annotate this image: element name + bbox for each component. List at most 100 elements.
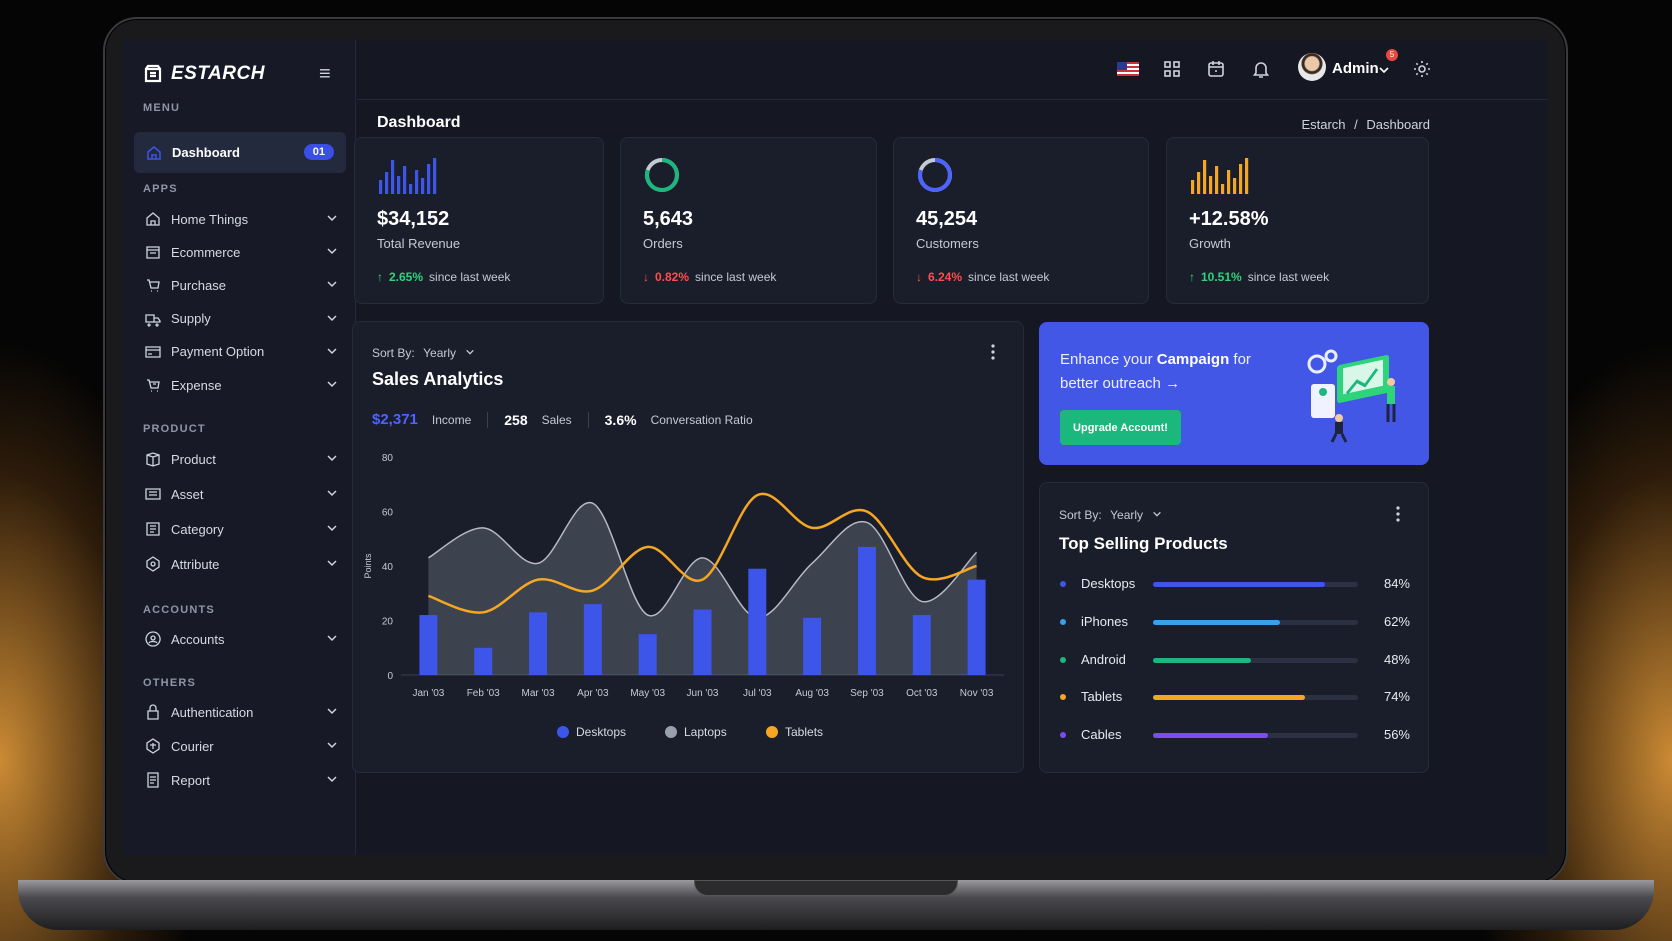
gear-icon[interactable]	[1411, 58, 1433, 80]
x-tick-label: Jul '03	[743, 688, 772, 699]
donut-icon	[917, 158, 952, 192]
sidebar-item-home-things[interactable]: Home Things	[145, 208, 341, 230]
legend-marker	[766, 726, 778, 738]
cart-icon	[147, 279, 160, 293]
sales-analytics-card: Sort By: Yearly Sales Analytics $2,371 I…	[352, 321, 1024, 773]
chevron-down-icon	[327, 776, 337, 783]
breadcrumb-root[interactable]: Estarch	[1301, 117, 1345, 132]
promo-text-pre: Enhance your	[1060, 351, 1157, 368]
product-percent: 56%	[1383, 727, 1410, 743]
bar-desktops	[583, 604, 602, 675]
x-tick-label: Aug '03	[795, 688, 829, 699]
chevron-down-icon	[327, 455, 337, 462]
legend-dot	[1060, 618, 1066, 625]
x-tick-label: Jun '03	[687, 688, 719, 699]
x-tick-label: Mar '03	[522, 688, 555, 699]
upgrade-account-button[interactable]: Upgrade Account!	[1060, 410, 1181, 445]
progress-track	[1153, 657, 1358, 663]
sidebar-item-product[interactable]: Product	[145, 448, 341, 470]
sidebar-item-category[interactable]: Category	[145, 518, 341, 540]
notification-badge: 5	[1386, 49, 1398, 61]
us-flag-icon[interactable]	[1117, 58, 1139, 80]
x-tick-label: Jan '03	[412, 688, 444, 699]
sidebar-item-supply[interactable]: Supply	[145, 308, 341, 330]
section-label-others: OTHERS	[143, 677, 197, 689]
calendar-icon[interactable]	[1205, 58, 1227, 80]
sidebar-item-label: Dashboard	[172, 145, 240, 160]
chevron-down-icon	[327, 490, 337, 497]
courier-icon	[146, 738, 160, 754]
stat-card[interactable]: 5,643 Orders ↓ 0.82% since last week	[620, 137, 877, 304]
sidebar: ESTARCH ≡ MENU Dashboard 01 APPS Home Th…	[123, 40, 356, 855]
legend-label: Desktops	[576, 725, 626, 739]
sidebar-item-purchase[interactable]: Purchase	[145, 274, 341, 296]
stat-card[interactable]: +12.58% Growth ↑ 10.51% since last week	[1166, 137, 1429, 304]
stat-change-suffix: since last week	[429, 270, 511, 284]
bell-icon[interactable]	[1250, 58, 1272, 80]
trend-down-icon: ↓	[643, 270, 649, 284]
section-label-apps: APPS	[143, 183, 178, 195]
avatar[interactable]	[1298, 53, 1326, 81]
expense-icon	[147, 379, 160, 392]
bar-desktops	[748, 568, 767, 675]
bar-desktops	[803, 617, 822, 675]
sidebar-item-accounts[interactable]: Accounts	[145, 628, 341, 650]
stat-change-suffix: since last week	[968, 270, 1050, 284]
sidebar-item-dashboard[interactable]: Dashboard 01	[134, 132, 346, 173]
sidebar-item-ecommerce[interactable]: Ecommerce	[145, 241, 341, 263]
chevron-down-icon	[327, 635, 337, 642]
trend-up-icon: ↑	[377, 270, 383, 284]
count-badge: 01	[303, 144, 334, 160]
user-name[interactable]: Admin	[1332, 60, 1379, 77]
panel-title: Top Selling Products	[1059, 534, 1228, 553]
chevron-down-icon	[327, 215, 337, 222]
list-item[interactable]: Desktops 84%	[1060, 575, 1410, 593]
progress-fill	[1153, 733, 1268, 739]
stat-value: +12.58%	[1189, 208, 1269, 230]
sidebar-item-label: Accounts	[171, 631, 225, 647]
chevron-down-icon[interactable]	[1378, 64, 1390, 76]
sidebar-item-expense[interactable]: Expense	[145, 374, 341, 396]
attribute-icon	[146, 556, 160, 572]
sidebar-item-authentication[interactable]: Authentication	[145, 701, 341, 723]
asset-icon	[145, 488, 161, 500]
brand[interactable]: ESTARCH	[143, 60, 265, 88]
stat-change: ↑ 10.51% since last week	[1189, 270, 1329, 284]
sidebar-item-asset[interactable]: Asset	[145, 483, 341, 505]
top-selling-card: Sort By: Yearly Top Selling Products Des…	[1039, 482, 1429, 773]
stat-label: Total Revenue	[377, 236, 461, 251]
category-icon	[146, 522, 160, 536]
stat-card[interactable]: $34,152 Total Revenue ↑ 2.65% since last wee…	[354, 137, 604, 304]
sidebar-item-label: Supply	[171, 311, 211, 327]
promo-banner: Enhance your Campaign for better outreac…	[1039, 322, 1429, 465]
sort-value: Yearly	[1110, 508, 1144, 522]
bar-desktops	[638, 634, 657, 675]
list-item[interactable]: iPhones 62%	[1060, 613, 1410, 631]
stat-label: Customers	[916, 236, 979, 251]
sidebar-item-attribute[interactable]: Attribute	[145, 553, 341, 575]
list-item[interactable]: Tablets 74%	[1060, 688, 1410, 706]
bar-desktops	[419, 615, 438, 675]
apps-grid-icon[interactable]	[1161, 58, 1183, 80]
more-options-icon[interactable]	[1396, 506, 1400, 522]
section-label-product: PRODUCT	[143, 423, 206, 435]
y-tick-label: 40	[382, 562, 394, 573]
x-tick-label: Sep '03	[850, 688, 884, 699]
sales-chart: 0 20 40 60 80 Points Jan '03 Feb '03 Mar '03 Apr …	[363, 453, 1004, 739]
box-icon	[146, 452, 160, 467]
list-item[interactable]: Android 48%	[1060, 651, 1410, 669]
sidebar-item-courier[interactable]: Courier	[145, 735, 341, 757]
promo-text: Enhance your Campaign for better outreac…	[1060, 348, 1290, 396]
menu-toggle-icon[interactable]: ≡	[319, 64, 331, 84]
chevron-down-icon	[327, 742, 337, 749]
sort-dropdown[interactable]: Sort By: Yearly	[1059, 506, 1162, 524]
sidebar-item-report[interactable]: Report	[145, 769, 341, 791]
progress-track	[1153, 619, 1358, 625]
legend-marker	[557, 726, 569, 738]
sidebar-item-label: Expense	[171, 377, 222, 393]
stat-card[interactable]: 45,254 Customers ↓ 6.24% since last week	[893, 137, 1149, 304]
sidebar-item-payment-option[interactable]: Payment Option	[145, 341, 341, 363]
list-item[interactable]: Cables 56%	[1060, 726, 1410, 744]
card-icon	[145, 346, 161, 358]
progress-track	[1153, 695, 1358, 701]
